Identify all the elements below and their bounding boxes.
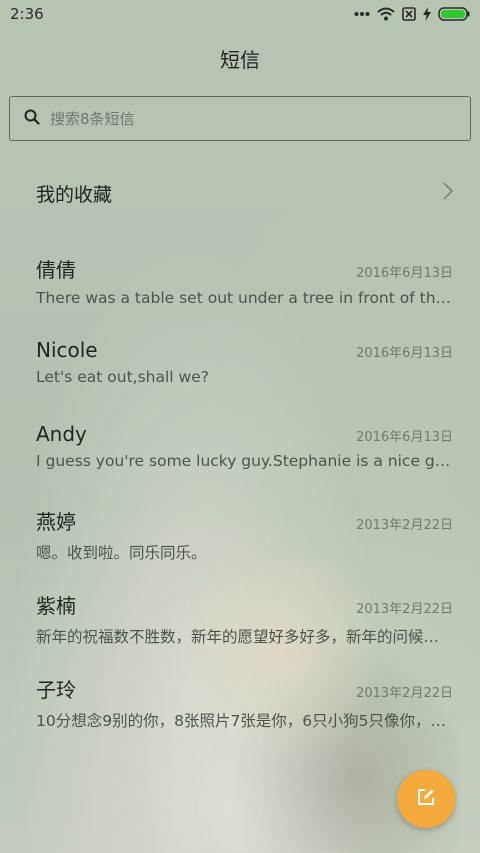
search-placeholder: 搜索8条短信 [50,110,135,128]
favorites-row[interactable]: 我的收藏 [0,168,480,218]
message-preview: 嗯。收到啦。同乐同乐。 [36,544,207,562]
conversation-item[interactable]: Nicole 2016年6月13日 Let's eat out,shall we… [0,334,480,418]
message-date: 2013年2月22日 [356,686,453,701]
status-time: 2:36 [10,5,44,23]
message-preview: Let's eat out,shall we? [36,368,209,386]
search-input[interactable]: 搜索8条短信 [9,96,471,141]
compose-button[interactable] [397,770,455,828]
more-dots-icon [354,11,370,17]
message-date: 2016年6月13日 [356,266,453,281]
conversation-item[interactable]: 紫楠 2013年2月22日 新年的祝福数不胜数，新年的愿望好多好多，新年的问候送… [0,586,480,670]
status-bar: 2:36 [0,0,480,28]
no-sim-icon [402,7,416,21]
favorites-label: 我的收藏 [36,183,113,206]
conversation-list: 倩倩 2016年6月13日 There was a table set out … [0,250,480,754]
message-preview: I guess you're some lucky guy.Stephanie … [36,452,453,470]
message-date: 2013年2月22日 [356,602,453,617]
conversation-item[interactable]: 燕婷 2013年2月22日 嗯。收到啦。同乐同乐。 [0,502,480,586]
conversation-item[interactable]: 倩倩 2016年6月13日 There was a table set out … [0,250,480,334]
contact-name: 紫楠 [36,594,76,618]
message-date: 2013年2月22日 [356,518,453,533]
contact-name: Nicole [36,338,98,362]
charging-icon [423,7,431,21]
search-icon [24,109,50,129]
compose-icon [416,787,436,811]
contact-name: 倩倩 [36,258,76,282]
message-date: 2016年6月13日 [356,430,453,445]
contact-name: 燕婷 [36,510,76,534]
battery-icon [438,7,470,21]
conversation-item[interactable]: Andy 2016年6月13日 I guess you're some luck… [0,418,480,502]
chevron-right-icon [442,181,454,205]
status-icons [354,7,470,21]
page-title: 短信 [220,48,260,72]
message-preview: 新年的祝福数不胜数，新年的愿望好多好多，新年的问候送给你 [36,628,453,646]
contact-name: 子玲 [36,678,76,702]
message-preview: 10分想念9别的你，8张照片7张是你，6只小狗5只像你，4季都想你 [36,712,453,730]
message-date: 2016年6月13日 [356,346,453,361]
wifi-icon [377,7,395,21]
message-preview: There was a table set out under a tree i… [36,289,453,307]
conversation-item[interactable]: 子玲 2013年2月22日 10分想念9别的你，8张照片7张是你，6只小狗5只像… [0,670,480,754]
contact-name: Andy [36,422,87,446]
